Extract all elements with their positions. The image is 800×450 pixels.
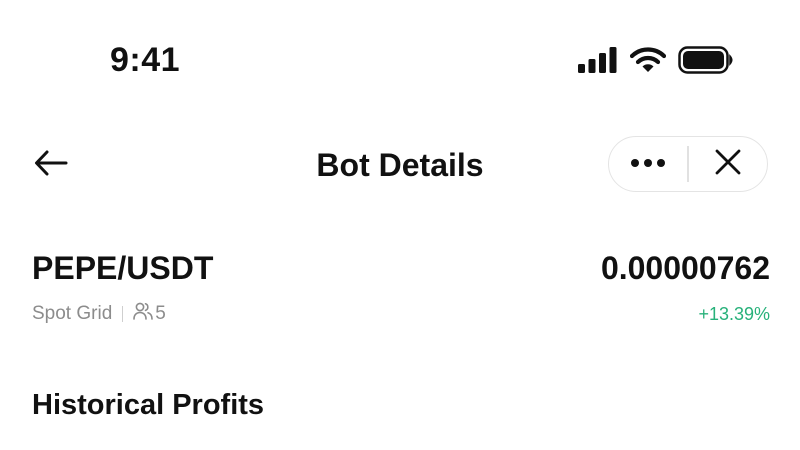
strategy-label: Spot Grid xyxy=(32,303,113,324)
status-icons xyxy=(578,44,734,76)
back-button[interactable] xyxy=(30,144,72,186)
pair-meta: Spot Grid 5 +13.39% xyxy=(32,300,770,328)
pair-price: 0.00000762 xyxy=(600,250,770,286)
user-count: 5 xyxy=(155,303,166,324)
more-dots-icon xyxy=(630,155,666,173)
battery-icon xyxy=(678,46,734,74)
more-button[interactable] xyxy=(609,137,687,191)
status-time: 9:41 xyxy=(110,41,181,79)
mini-program-capsule xyxy=(608,136,768,192)
pair-header: PEPE/USDT 0.00000762 xyxy=(32,248,770,288)
cellular-signal-icon xyxy=(578,47,618,73)
close-icon xyxy=(715,149,741,180)
pair-name: PEPE/USDT xyxy=(32,250,214,286)
status-bar: 9:41 xyxy=(0,0,800,120)
users-count: 5 xyxy=(133,302,166,326)
price-change: +13.39% xyxy=(698,304,770,324)
wifi-icon xyxy=(630,46,666,74)
pair-meta-left: Spot Grid 5 xyxy=(32,300,166,328)
arrow-left-icon xyxy=(34,150,68,181)
meta-divider xyxy=(122,306,124,322)
historical-profits-title: Historical Profits xyxy=(32,389,265,421)
nav-bar: Bot Details xyxy=(0,130,800,200)
close-button[interactable] xyxy=(689,137,767,191)
users-icon xyxy=(133,302,154,326)
